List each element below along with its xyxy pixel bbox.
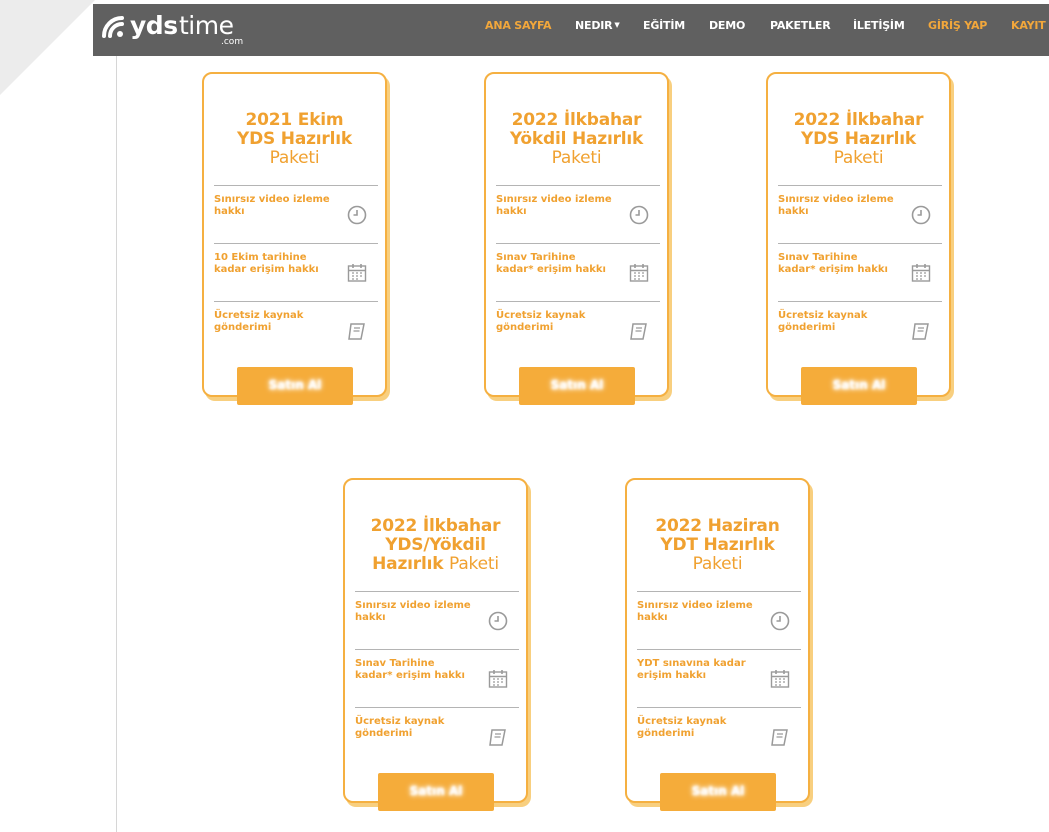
feature-row: Ücretsiz kaynak gönderimi bbox=[214, 301, 378, 360]
book-icon bbox=[912, 323, 929, 340]
feature-text: Sınırsız video izleme hakkı bbox=[778, 194, 894, 217]
clock-icon bbox=[347, 205, 367, 225]
logo-suffix: .com bbox=[221, 37, 244, 47]
feature-row: Ücretsiz kaynak gönderimi bbox=[496, 301, 660, 360]
package-card: 2022 Haziran YDT Hazırlık Paketi Sınırsı… bbox=[625, 478, 810, 811]
card-title-bold: Hazırlık bbox=[372, 554, 444, 574]
calendar-icon bbox=[629, 264, 649, 282]
feature-row: 10 Ekim tarihine kadar erişim hakkı bbox=[214, 243, 378, 302]
wifi-logo-icon bbox=[102, 16, 124, 38]
buy-button[interactable]: Satın Al bbox=[801, 367, 917, 405]
nav-giris-yap[interactable]: GİRİŞ YAP bbox=[928, 19, 987, 32]
nav-nedir-label: NEDIR bbox=[575, 19, 613, 32]
card-title: 2022 İlkbahar YDS/Yökdil Hazırlık Paketi bbox=[345, 517, 526, 574]
nav-ana-sayfa[interactable]: ANA SAYFA bbox=[485, 19, 552, 32]
book-icon bbox=[489, 729, 506, 746]
calendar-icon bbox=[770, 670, 790, 688]
nav-kayit-ol[interactable]: KAYIT O bbox=[1011, 19, 1049, 32]
card-title-light: Paketi bbox=[692, 554, 743, 574]
package-card: 2022 İlkbahar Yökdil Hazırlık Paketi Sın… bbox=[484, 72, 669, 405]
feature-row: Sınırsız video izleme hakkı bbox=[355, 591, 519, 650]
card-title: 2022 İlkbahar Yökdil Hazırlık Paketi bbox=[486, 111, 667, 168]
feature-text: Sınav Tarihine kadar* erişim hakkı bbox=[778, 252, 888, 275]
site-header: yds time .com ANA SAYFA NEDIR ▼ EĞİTİM DE… bbox=[93, 4, 1049, 56]
card-title-line: 2021 Ekim bbox=[245, 110, 344, 130]
nav-egitim[interactable]: EĞİTİM bbox=[643, 19, 685, 32]
buy-button-label: Satın Al bbox=[550, 378, 604, 392]
clock-icon bbox=[770, 611, 790, 631]
book-icon bbox=[771, 729, 788, 746]
feature-row: Ücretsiz kaynak gönderimi bbox=[355, 707, 519, 766]
feature-text: Sınav Tarihine kadar* erişim hakkı bbox=[355, 658, 465, 681]
feature-text: Ücretsiz kaynak gönderimi bbox=[778, 310, 868, 333]
feature-text: Ücretsiz kaynak gönderimi bbox=[355, 716, 445, 739]
card-title-line: 2022 Haziran bbox=[655, 516, 780, 536]
feature-row: Ücretsiz kaynak gönderimi bbox=[637, 707, 801, 766]
card-title-line: YDS/Yökdil bbox=[385, 535, 486, 555]
corner-shade bbox=[0, 0, 95, 95]
feature-text: Sınırsız video izleme hakkı bbox=[355, 600, 471, 623]
clock-icon bbox=[488, 611, 508, 631]
buy-button-label: Satın Al bbox=[691, 784, 745, 798]
card-title-line: Yökdil Hazırlık bbox=[509, 129, 644, 149]
nav-iletisim[interactable]: İLETİŞİM bbox=[853, 19, 905, 32]
feature-row: Sınav Tarihine kadar* erişim hakkı bbox=[496, 243, 660, 302]
feature-row: Sınırsız video izleme hakkı bbox=[637, 591, 801, 650]
buy-button-label: Satın Al bbox=[832, 378, 886, 392]
card-title-light: Paketi bbox=[269, 148, 320, 168]
card-title-line: 2022 İlkbahar bbox=[511, 110, 642, 130]
logo-text-bold: yds bbox=[130, 11, 178, 40]
feature-text: Sınırsız video izleme hakkı bbox=[496, 194, 612, 217]
calendar-icon bbox=[488, 670, 508, 688]
card-title-light: Paketi bbox=[833, 148, 884, 168]
buy-button[interactable]: Satın Al bbox=[519, 367, 635, 405]
package-card: 2022 İlkbahar YDS/Yökdil Hazırlık Paketi… bbox=[343, 478, 528, 811]
card-title-line: YDS Hazırlık bbox=[801, 129, 916, 149]
feature-text: Ücretsiz kaynak gönderimi bbox=[214, 310, 304, 333]
card-title-line: YDT Hazırlık bbox=[660, 535, 775, 555]
feature-row: Sınav Tarihine kadar* erişim hakkı bbox=[778, 243, 942, 302]
feature-row: Sınırsız video izleme hakkı bbox=[214, 185, 378, 244]
card-title-line: YDS Hazırlık bbox=[237, 129, 352, 149]
buy-button-label: Satın Al bbox=[409, 784, 463, 798]
clock-icon bbox=[629, 205, 649, 225]
nav-paketler[interactable]: PAKETLER bbox=[770, 19, 831, 32]
feature-text: Ücretsiz kaynak gönderimi bbox=[637, 716, 727, 739]
package-card: 2022 İlkbahar YDS Hazırlık Paketi Sınırs… bbox=[766, 72, 951, 405]
package-card: 2021 Ekim YDS Hazırlık Paketi Sınırsız v… bbox=[202, 72, 387, 405]
feature-text: YDT sınavına kadar erişim hakkı bbox=[637, 658, 746, 681]
chevron-down-icon: ▼ bbox=[614, 21, 620, 29]
calendar-icon bbox=[347, 264, 367, 282]
card-title-light: Paketi bbox=[551, 148, 602, 168]
card-title-line: Hazırlık Paketi bbox=[345, 555, 526, 574]
book-icon bbox=[630, 323, 647, 340]
feature-row: Sınırsız video izleme hakkı bbox=[496, 185, 660, 244]
feature-text: 10 Ekim tarihine kadar erişim hakkı bbox=[214, 252, 319, 275]
feature-row: Sınırsız video izleme hakkı bbox=[778, 185, 942, 244]
card-title: 2022 İlkbahar YDS Hazırlık Paketi bbox=[768, 111, 949, 168]
feature-row: Ücretsiz kaynak gönderimi bbox=[778, 301, 942, 360]
card-title-line: 2022 İlkbahar bbox=[793, 110, 924, 130]
card-title: 2021 Ekim YDS Hazırlık Paketi bbox=[204, 111, 385, 168]
feature-row: Sınav Tarihine kadar* erişim hakkı bbox=[355, 649, 519, 708]
feature-text: Sınav Tarihine kadar* erişim hakkı bbox=[496, 252, 606, 275]
buy-button[interactable]: Satın Al bbox=[378, 773, 494, 811]
card-title: 2022 Haziran YDT Hazırlık Paketi bbox=[627, 517, 808, 574]
book-icon bbox=[348, 323, 365, 340]
feature-text: Sınırsız video izleme hakkı bbox=[637, 600, 753, 623]
nav-demo[interactable]: DEMO bbox=[709, 19, 745, 32]
buy-button[interactable]: Satın Al bbox=[660, 773, 776, 811]
content-border bbox=[116, 56, 117, 832]
feature-text: Sınırsız video izleme hakkı bbox=[214, 194, 330, 217]
buy-button-label: Satın Al bbox=[268, 378, 322, 392]
calendar-icon bbox=[911, 264, 931, 282]
card-title-line: 2022 İlkbahar bbox=[370, 516, 501, 536]
feature-row: YDT sınavına kadar erişim hakkı bbox=[637, 649, 801, 708]
nav-nedir[interactable]: NEDIR ▼ bbox=[575, 19, 620, 32]
card-title-light: Paketi bbox=[449, 554, 499, 574]
buy-button[interactable]: Satın Al bbox=[237, 367, 353, 405]
clock-icon bbox=[911, 205, 931, 225]
feature-text: Ücretsiz kaynak gönderimi bbox=[496, 310, 586, 333]
logo-text-light: time bbox=[179, 11, 234, 40]
